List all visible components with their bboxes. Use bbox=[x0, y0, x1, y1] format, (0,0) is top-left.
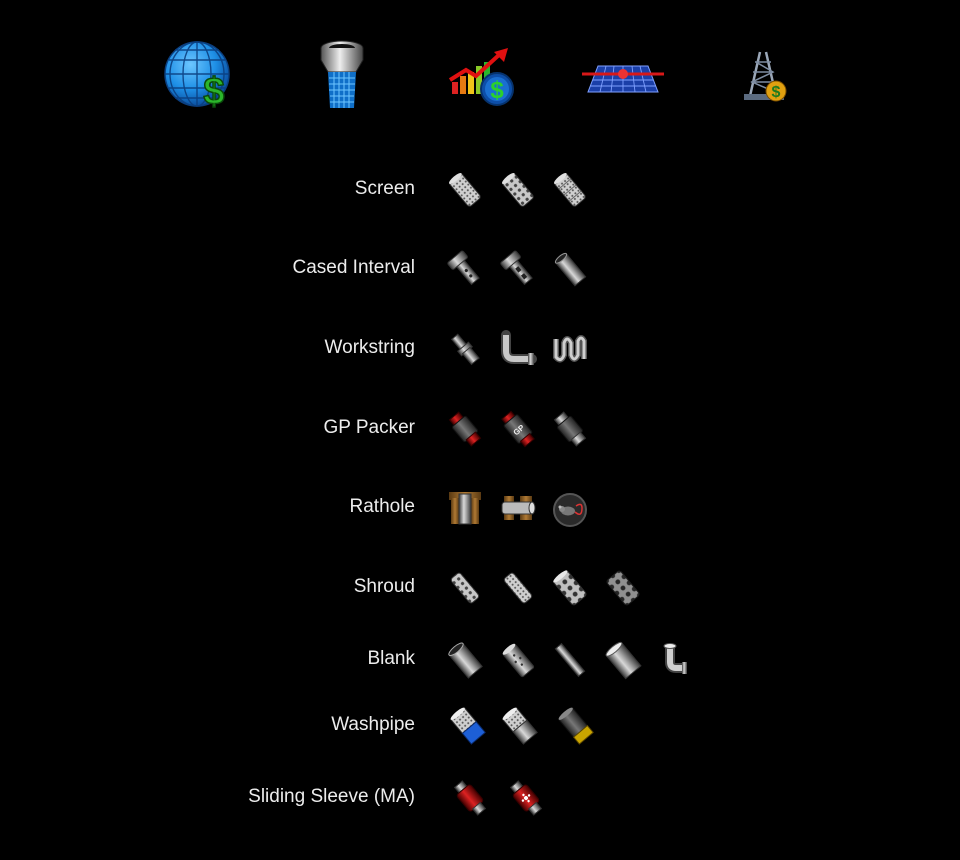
row-label: Sliding Sleeve (MA) bbox=[248, 786, 415, 807]
row-label: GP Packer bbox=[323, 417, 415, 438]
row-label: Washpipe bbox=[331, 714, 415, 735]
row-shroud: Shroud bbox=[0, 568, 960, 608]
row-rathole: Rathole bbox=[0, 488, 960, 528]
washpipe-silver-icon[interactable] bbox=[500, 706, 540, 746]
screen-pattern-1-icon[interactable] bbox=[445, 170, 485, 210]
washpipe-blue-icon[interactable] bbox=[448, 706, 488, 746]
workstring-coiled-icon[interactable] bbox=[550, 329, 590, 369]
workstring-straight-icon[interactable] bbox=[445, 329, 485, 369]
growth-chart-dollar-icon[interactable]: $ bbox=[448, 46, 518, 108]
shroud-large-holes-icon[interactable] bbox=[550, 568, 590, 608]
washpipe-yellow-icon[interactable] bbox=[556, 706, 596, 746]
row-washpipe: Washpipe bbox=[0, 706, 960, 746]
gp-packer-red-icon[interactable] bbox=[445, 409, 485, 449]
derrick-dollar-icon[interactable]: $ bbox=[740, 50, 790, 104]
svg-text:$: $ bbox=[772, 84, 781, 101]
row-label: Screen bbox=[354, 178, 415, 199]
sliding-sleeve-open-icon[interactable] bbox=[506, 778, 546, 818]
rathole-vertical-icon[interactable] bbox=[445, 488, 485, 528]
row-blank: Blank bbox=[0, 640, 960, 680]
blank-thin-icon[interactable] bbox=[550, 640, 590, 680]
row-label: Workstring bbox=[324, 337, 415, 358]
row-cased-interval: Cased Interval bbox=[0, 249, 960, 289]
row-label: Cased Interval bbox=[292, 257, 415, 278]
filter-screen-icon[interactable] bbox=[318, 40, 366, 112]
flow-plane-icon[interactable] bbox=[580, 60, 666, 96]
blank-wide-icon[interactable] bbox=[603, 640, 643, 680]
rathole-horizontal-icon[interactable] bbox=[498, 488, 538, 528]
svg-text:$: $ bbox=[490, 77, 504, 104]
shroud-fine-holes-icon[interactable] bbox=[498, 568, 538, 608]
row-screen: Screen bbox=[0, 170, 960, 210]
cased-interval-perforated-icon[interactable] bbox=[445, 249, 485, 289]
blank-elbow-icon[interactable] bbox=[656, 640, 696, 680]
row-label: Shroud bbox=[353, 576, 415, 597]
rathole-rat-icon[interactable] bbox=[550, 488, 590, 528]
blank-dotted-icon[interactable] bbox=[498, 640, 538, 680]
gp-packer-labeled-icon[interactable]: GP bbox=[498, 409, 538, 449]
row-label: Blank bbox=[367, 648, 415, 669]
sliding-sleeve-closed-icon[interactable] bbox=[450, 778, 490, 818]
workstring-elbow-icon[interactable] bbox=[498, 329, 538, 369]
globe-dollar-icon[interactable]: $ bbox=[160, 38, 236, 114]
gp-packer-gray-icon[interactable] bbox=[550, 409, 590, 449]
cased-interval-plain-icon[interactable] bbox=[550, 249, 590, 289]
blank-open-end-icon[interactable] bbox=[445, 640, 485, 680]
row-sliding-sleeve: Sliding Sleeve (MA) bbox=[0, 778, 960, 818]
row-label: Rathole bbox=[349, 496, 416, 517]
screen-pattern-2-icon[interactable] bbox=[498, 170, 538, 210]
row-gp-packer: GP Packer GP bbox=[0, 409, 960, 449]
svg-text:$: $ bbox=[203, 71, 224, 113]
cased-interval-slotted-icon[interactable] bbox=[498, 249, 538, 289]
shroud-dark-holes-icon[interactable] bbox=[603, 568, 643, 608]
screen-pattern-3-icon[interactable] bbox=[550, 170, 590, 210]
row-workstring: Workstring bbox=[0, 329, 960, 369]
shroud-small-holes-icon[interactable] bbox=[445, 568, 485, 608]
